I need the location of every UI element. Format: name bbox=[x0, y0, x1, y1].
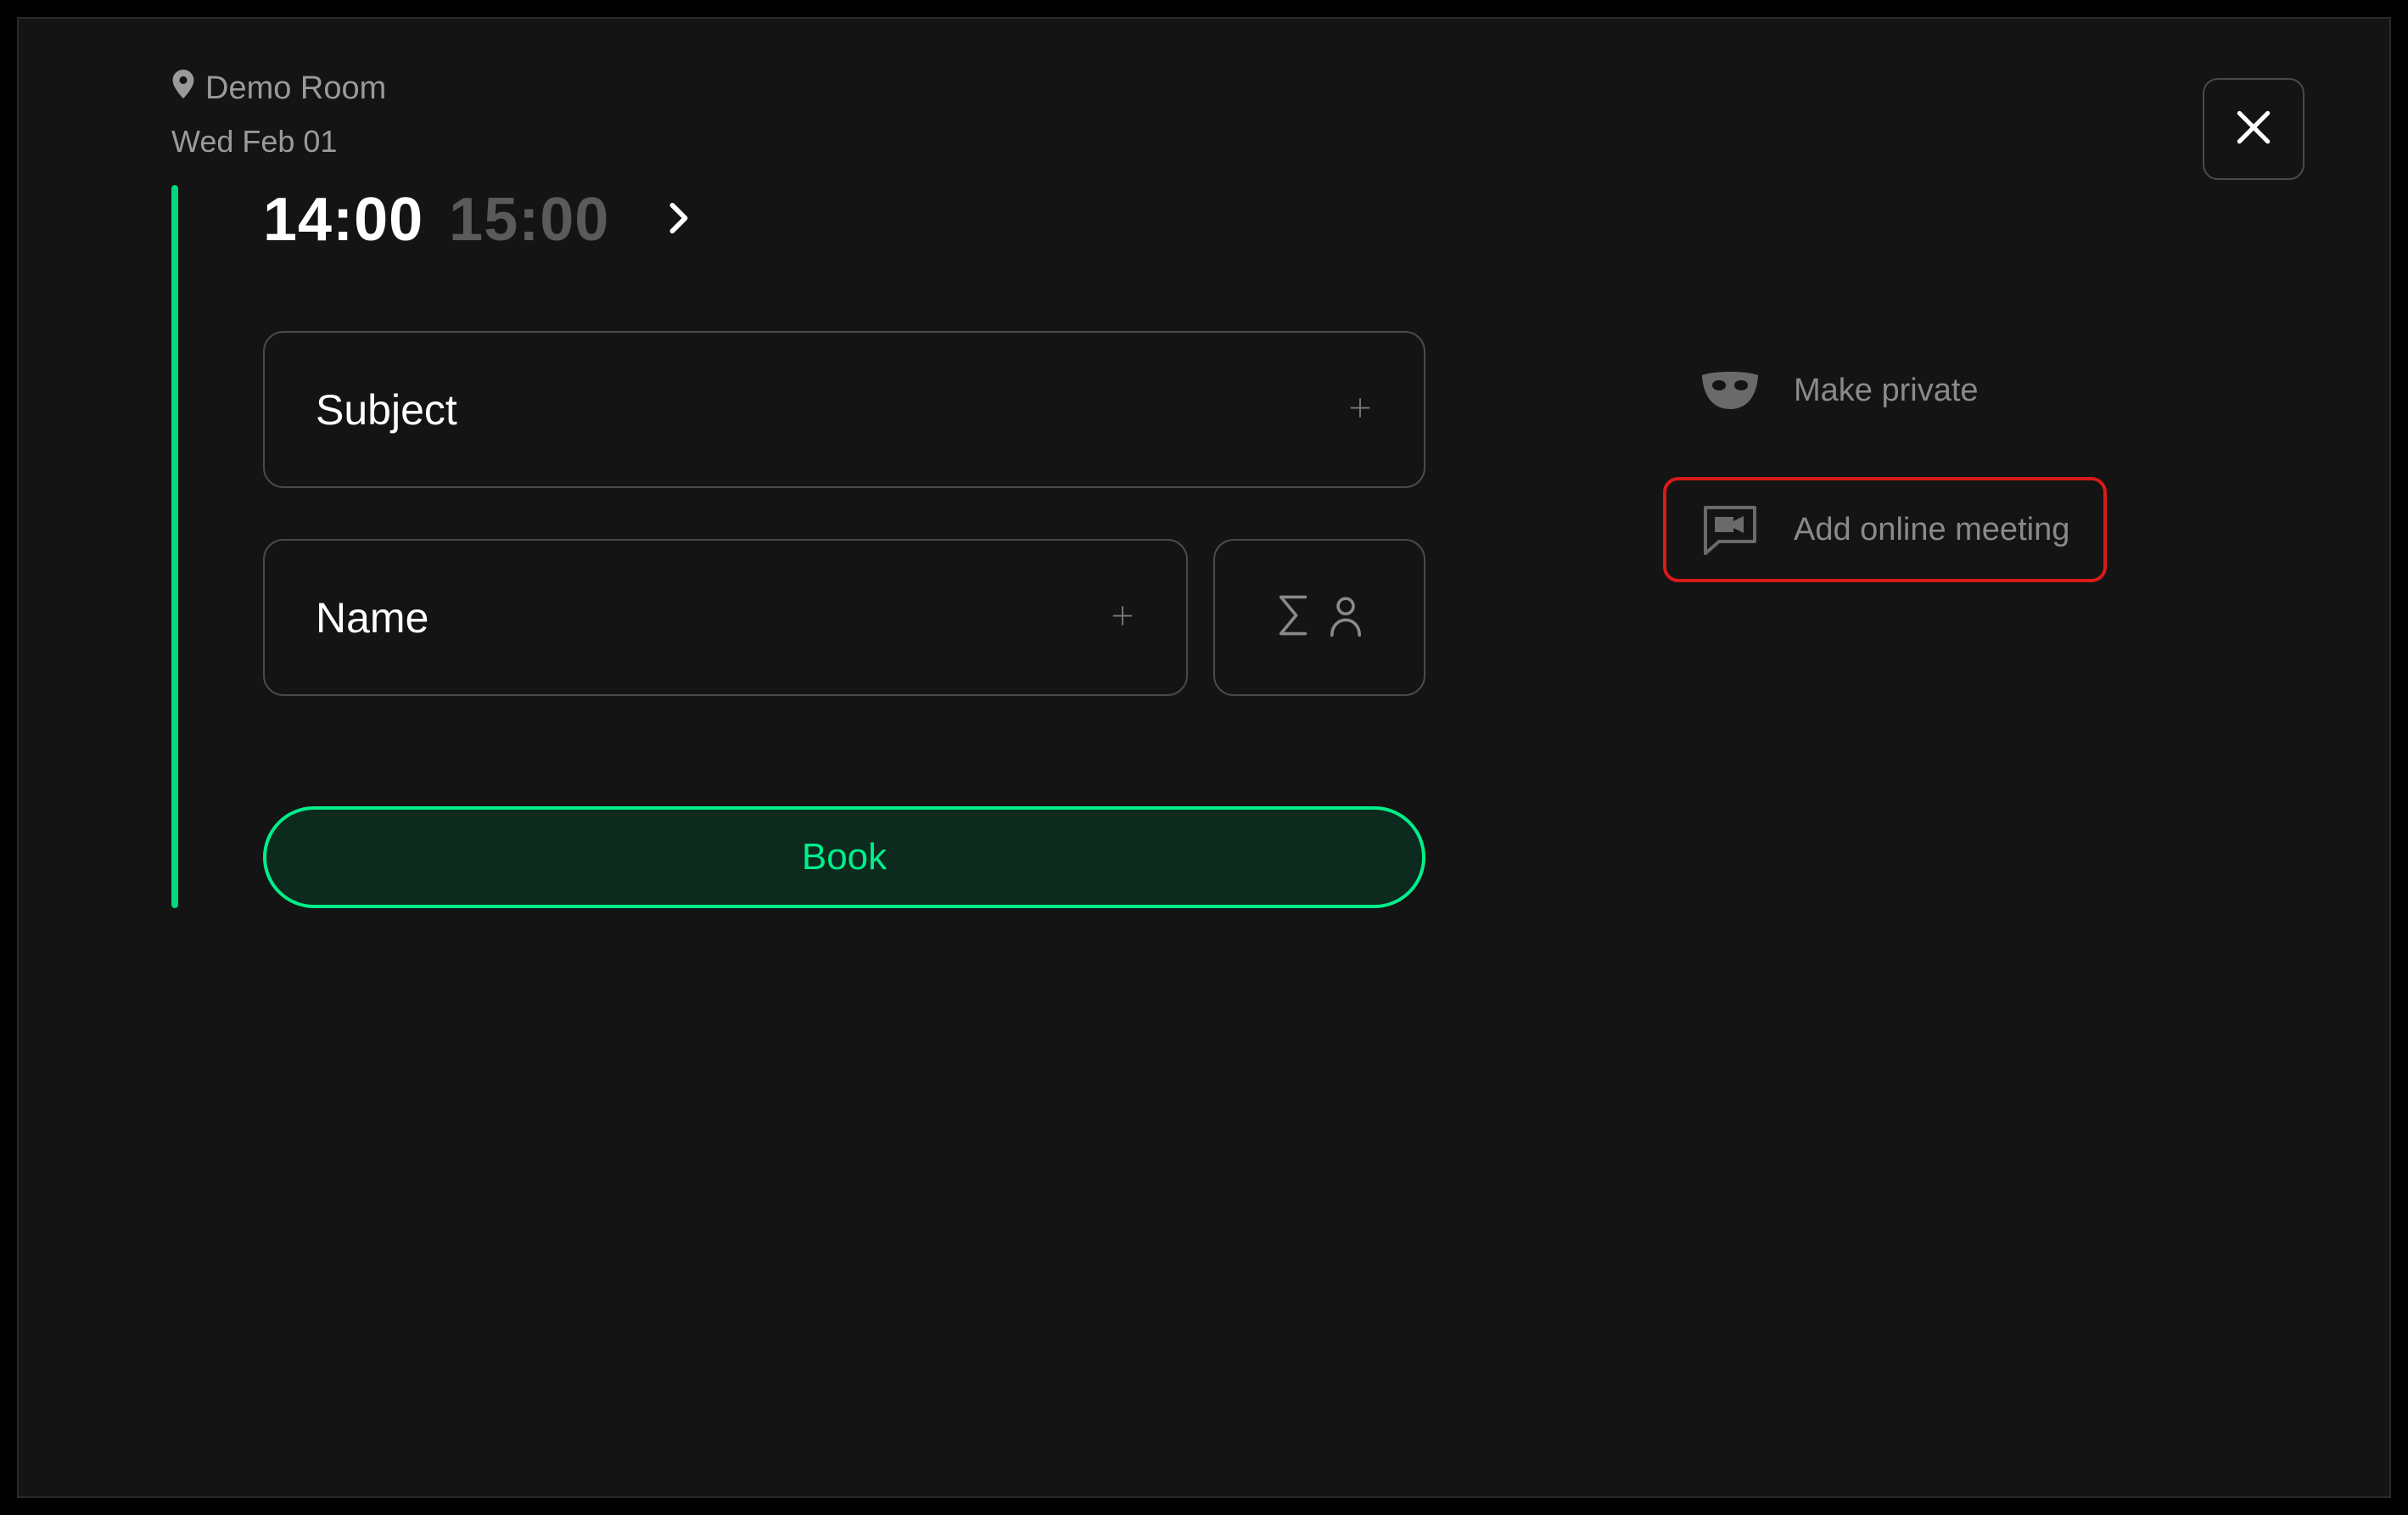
name-row: Name bbox=[263, 539, 1425, 747]
make-private-option[interactable]: Make private bbox=[1663, 338, 2107, 443]
time-row: 14:00 15:00 bbox=[263, 185, 1425, 255]
chevron-right-icon bbox=[669, 223, 689, 238]
booking-date: Wed Feb 01 bbox=[171, 124, 2237, 160]
time-start[interactable]: 14:00 bbox=[263, 185, 423, 255]
time-end[interactable]: 15:00 bbox=[449, 185, 609, 255]
name-input[interactable]: Name bbox=[263, 539, 1188, 696]
mask-icon bbox=[1700, 365, 1760, 416]
make-private-label: Make private bbox=[1794, 373, 1979, 409]
booking-panel: Demo Room Wed Feb 01 14:00 15:00 bbox=[17, 17, 2391, 1498]
form-column: 14:00 15:00 Subject bbox=[263, 185, 1425, 908]
time-next-button[interactable] bbox=[669, 202, 689, 238]
book-button-label: Book bbox=[802, 836, 887, 878]
add-online-meeting-option[interactable]: Add online meeting bbox=[1663, 477, 2107, 582]
room-line: Demo Room bbox=[171, 70, 2237, 107]
room-name: Demo Room bbox=[205, 70, 386, 107]
left-column: 14:00 15:00 Subject bbox=[171, 185, 1425, 908]
content-row: 14:00 15:00 Subject bbox=[171, 185, 2237, 908]
person-icon bbox=[1327, 592, 1364, 642]
video-chat-icon bbox=[1700, 504, 1760, 555]
add-online-meeting-label: Add online meeting bbox=[1794, 512, 2069, 548]
name-placeholder: Name bbox=[316, 593, 428, 642]
sigma-icon bbox=[1274, 592, 1312, 642]
header: Demo Room Wed Feb 01 bbox=[171, 70, 2237, 160]
accent-bar bbox=[171, 185, 178, 908]
plus-icon bbox=[1347, 395, 1373, 424]
close-button[interactable] bbox=[2203, 78, 2304, 180]
attendees-button[interactable] bbox=[1213, 539, 1425, 696]
subject-placeholder: Subject bbox=[316, 385, 457, 435]
location-pin-icon bbox=[171, 70, 195, 107]
plus-icon bbox=[1110, 603, 1135, 632]
subject-input[interactable]: Subject bbox=[263, 331, 1425, 488]
right-column: Make private Add online meeting bbox=[1663, 185, 2107, 908]
close-icon bbox=[2232, 106, 2275, 153]
book-button[interactable]: Book bbox=[263, 806, 1425, 908]
